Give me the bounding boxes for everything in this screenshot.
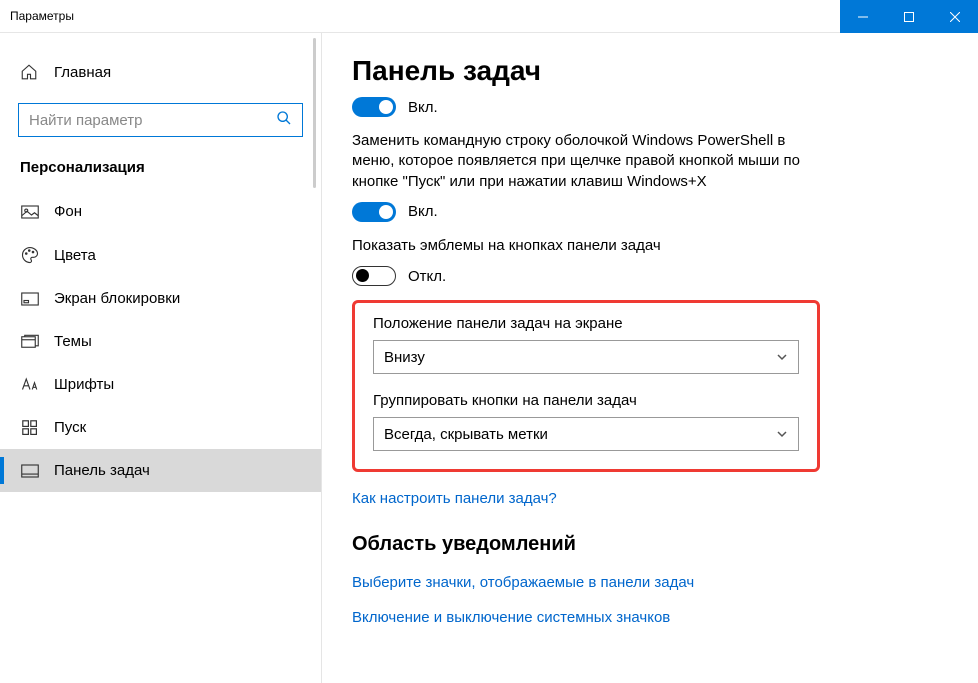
sidebar-item-background[interactable]: Фон: [0, 190, 321, 233]
sidebar-item-label: Панель задач: [54, 462, 150, 479]
themes-icon: [20, 334, 40, 350]
sidebar-item-colors[interactable]: Цвета: [0, 233, 321, 277]
content-area: Панель задач Вкл. Заменить командную стр…: [322, 33, 978, 683]
setting-description-powershell: Заменить командную строку оболочкой Wind…: [352, 131, 812, 192]
search-input-wrap[interactable]: [18, 103, 303, 137]
home-icon: [20, 63, 40, 81]
sidebar: Главная Персонализация Фон Цвета Экран б…: [0, 33, 322, 683]
minimize-button[interactable]: [840, 0, 886, 33]
help-link[interactable]: Как настроить панели задач?: [352, 490, 948, 507]
position-value: Внизу: [384, 349, 425, 366]
toggle-switch-1[interactable]: [352, 97, 396, 117]
chevron-down-icon: [776, 428, 788, 440]
page-title: Панель задач: [352, 55, 948, 87]
group-value: Всегда, скрывать метки: [384, 426, 548, 443]
close-button[interactable]: [932, 0, 978, 33]
image-icon: [20, 205, 40, 219]
sidebar-item-label: Шрифты: [54, 376, 114, 393]
group-dropdown[interactable]: Всегда, скрывать метки: [373, 417, 799, 451]
start-icon: [20, 420, 40, 436]
toggle-state-1: Вкл.: [408, 99, 438, 116]
highlight-box: Положение панели задач на экране Внизу Г…: [352, 300, 820, 472]
home-label: Главная: [54, 64, 111, 81]
taskbar-icon: [20, 464, 40, 478]
fonts-icon: [20, 377, 40, 393]
toggle-state-3: Откл.: [408, 268, 446, 285]
maximize-button[interactable]: [886, 0, 932, 33]
position-label: Положение панели задач на экране: [373, 315, 799, 332]
sidebar-item-label: Цвета: [54, 247, 96, 264]
toggle-switch-2[interactable]: [352, 202, 396, 222]
chevron-down-icon: [776, 351, 788, 363]
position-dropdown[interactable]: Внизу: [373, 340, 799, 374]
titlebar: Параметры: [0, 0, 978, 33]
window-title: Параметры: [0, 9, 74, 23]
palette-icon: [20, 246, 40, 264]
sidebar-item-label: Экран блокировки: [54, 290, 180, 307]
search-icon: [276, 110, 292, 131]
sidebar-item-lockscreen[interactable]: Экран блокировки: [0, 277, 321, 320]
toggle-state-2: Вкл.: [408, 203, 438, 220]
sidebar-item-taskbar[interactable]: Панель задач: [0, 449, 321, 492]
setting-description-badges: Показать эмблемы на кнопках панели задач: [352, 236, 812, 256]
sidebar-item-label: Темы: [54, 333, 92, 350]
sidebar-item-fonts[interactable]: Шрифты: [0, 363, 321, 406]
group-label: Группировать кнопки на панели задач: [373, 392, 799, 409]
toggle-switch-3[interactable]: [352, 266, 396, 286]
select-icons-link[interactable]: Выберите значки, отображаемые в панели з…: [352, 574, 948, 591]
lockscreen-icon: [20, 292, 40, 306]
window-controls: [840, 0, 978, 33]
sidebar-item-themes[interactable]: Темы: [0, 320, 321, 363]
category-label: Персонализация: [0, 155, 321, 190]
sidebar-item-label: Пуск: [54, 419, 86, 436]
system-icons-link[interactable]: Включение и выключение системных значков: [352, 609, 948, 626]
search-input[interactable]: [29, 112, 276, 129]
sidebar-item-start[interactable]: Пуск: [0, 406, 321, 449]
notification-area-heading: Область уведомлений: [352, 533, 948, 556]
home-nav[interactable]: Главная: [0, 53, 321, 91]
sidebar-item-label: Фон: [54, 203, 82, 220]
